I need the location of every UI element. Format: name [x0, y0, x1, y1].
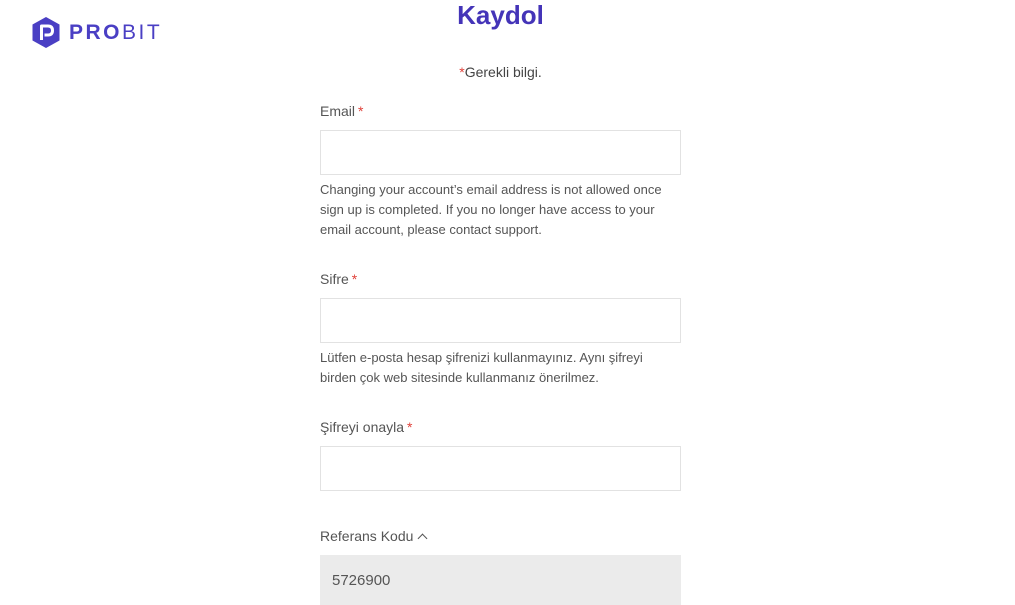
password-label-text: Sifre — [320, 271, 349, 287]
confirm-password-input[interactable] — [320, 446, 681, 491]
email-required-asterisk: * — [358, 103, 364, 119]
page-title: Kaydol — [457, 0, 544, 30]
referral-label-text: Referans Kodu — [320, 528, 414, 544]
confirm-password-label-text: Şifreyi onayla — [320, 419, 405, 435]
confirm-password-required-asterisk: * — [407, 419, 413, 435]
password-label: Sifre * — [320, 270, 357, 288]
confirm-password-label: Şifreyi onayla * — [320, 418, 413, 436]
chevron-up-icon — [417, 533, 428, 544]
password-help-text: Lütfen e-posta hesap şifrenizi kullanmay… — [320, 350, 643, 385]
referral-code-input[interactable] — [320, 555, 681, 605]
email-label: Email * — [320, 102, 363, 120]
email-help-text: Changing your account’s email address is… — [320, 182, 662, 237]
password-input[interactable] — [320, 298, 681, 343]
required-info-text: Gerekli bilgi. — [464, 64, 542, 80]
required-info-note: *Gerekli bilgi. — [0, 63, 1001, 81]
password-required-asterisk: * — [351, 271, 358, 287]
email-input[interactable] — [320, 130, 681, 175]
referral-toggle[interactable]: Referans Kodu — [320, 527, 428, 545]
email-label-text: Email — [320, 103, 356, 119]
